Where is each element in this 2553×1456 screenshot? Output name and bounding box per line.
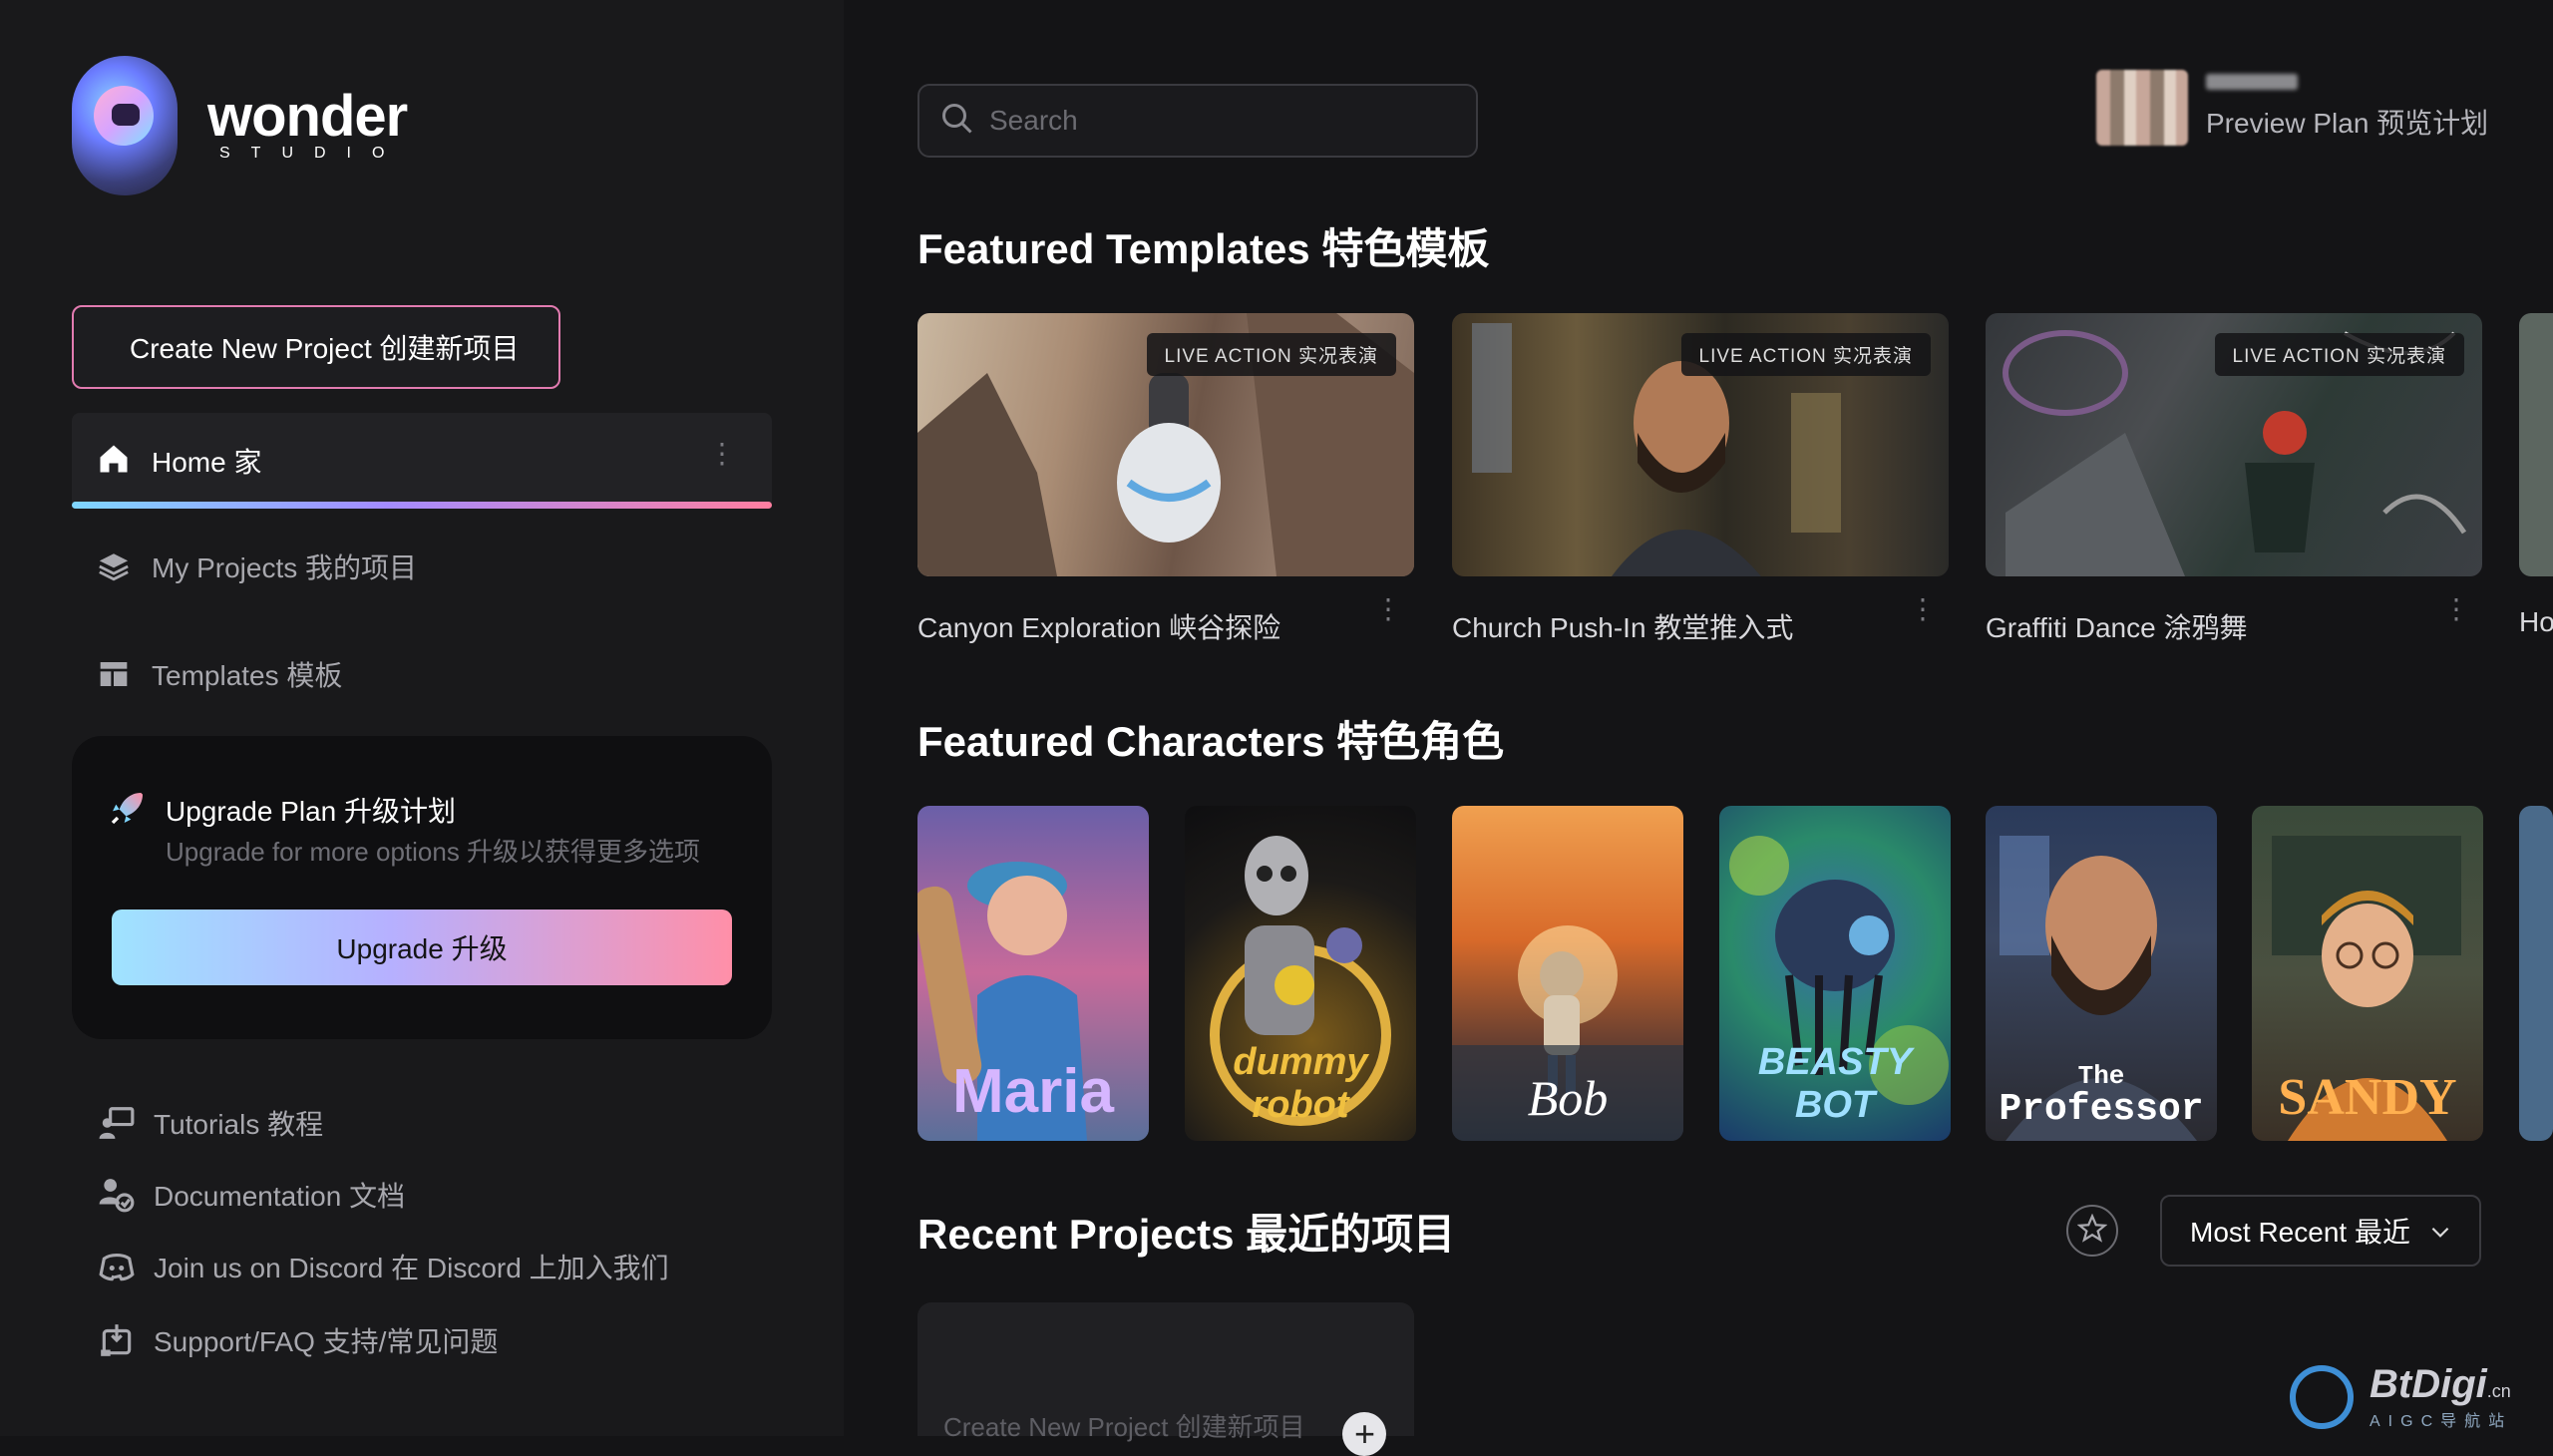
sidebar-item-label: Templates 模板 <box>152 660 343 691</box>
character-name: Maria <box>952 1057 1114 1126</box>
more-options-icon[interactable]: ⋮ <box>708 440 736 468</box>
home-icon <box>96 441 132 482</box>
active-indicator <box>72 502 772 509</box>
template-thumbnail[interactable]: LIVE ACTION 实况表演 <box>1452 313 1949 576</box>
favorites-filter-button[interactable] <box>2066 1205 2118 1257</box>
avatar[interactable] <box>2096 70 2188 146</box>
brand-sub: STUDIO <box>219 145 406 162</box>
template-thumbnail[interactable]: LIVE ACTION 实况表演 <box>917 313 1414 576</box>
user-profile[interactable]: Preview Plan 预览计划 <box>2096 70 2488 146</box>
character-name: Bob <box>1527 1070 1609 1126</box>
sort-label: Most Recent 最近 <box>2190 1217 2410 1248</box>
upgrade-button[interactable]: Upgrade 升级 <box>112 910 732 985</box>
live-action-badge: LIVE ACTION 实况表演 <box>1146 333 1396 376</box>
character-card-sandy[interactable]: SANDY <box>2252 806 2483 1141</box>
more-options-icon[interactable]: ⋮ <box>1909 595 1937 623</box>
watermark-suffix: .cn <box>2486 1381 2511 1401</box>
create-new-project-card[interactable]: Create New Project 创建新项目 <box>917 1302 1414 1456</box>
layers-icon <box>96 548 132 584</box>
search-icon <box>939 101 975 142</box>
create-new-project-card-label: Create New Project 创建新项目 <box>943 1412 1305 1442</box>
plus-icon[interactable] <box>1342 1412 1386 1456</box>
support-link[interactable]: Support/FAQ 支持/常见问题 <box>98 1320 498 1360</box>
character-card-partial[interactable] <box>2519 806 2553 1141</box>
plan-label: Preview Plan 预览计划 <box>2206 108 2489 139</box>
sidebar-item-label: Home 家 <box>152 447 262 478</box>
tutorial-icon <box>98 1104 136 1142</box>
live-action-badge: LIVE ACTION 实况表演 <box>1680 333 1931 376</box>
watermark-sub: AIGC导航站 <box>2370 1413 2513 1430</box>
template-card-church[interactable]: LIVE ACTION 实况表演 Church Push-In 教堂推入式 ⋮ <box>1452 313 1949 646</box>
template-thumbnail[interactable] <box>2519 313 2553 576</box>
sidebar-item-home[interactable]: Home 家 ⋮ <box>72 413 772 509</box>
star-icon <box>2076 1213 2108 1249</box>
watermark-logo-icon <box>2290 1364 2354 1429</box>
search-input[interactable]: Search <box>917 84 1478 158</box>
chevron-down-icon <box>2427 1219 2453 1252</box>
template-card-partial[interactable]: Ho <box>2519 313 2553 638</box>
rocket-icon <box>108 788 148 833</box>
watermark: BtDigi.cn AIGC导航站 <box>2290 1362 2512 1431</box>
upgrade-plan-card: Upgrade Plan 升级计划 Upgrade for more optio… <box>72 736 772 1039</box>
template-name: Graffiti Dance 涂鸦舞 <box>1986 612 2248 643</box>
template-thumbnail[interactable]: LIVE ACTION 实况表演 <box>1986 313 2482 576</box>
sort-dropdown[interactable]: Most Recent 最近 <box>2160 1195 2481 1267</box>
character-card-maria[interactable]: Maria <box>917 806 1149 1141</box>
discord-icon <box>98 1248 136 1285</box>
support-icon <box>98 1321 136 1359</box>
template-name: Canyon Exploration 峡谷探险 <box>917 612 1281 643</box>
template-name: Church Push-In 教堂推入式 <box>1452 612 1794 643</box>
template-card-graffiti[interactable]: LIVE ACTION 实况表演 Graffiti Dance 涂鸦舞 ⋮ <box>1986 313 2482 646</box>
documentation-label: Documentation 文档 <box>154 1181 406 1212</box>
featured-templates-title: Featured Templates 特色模板 <box>917 225 1490 272</box>
create-new-project-button[interactable]: Create New Project 创建新项目 <box>72 305 560 389</box>
featured-characters-title: Featured Characters 特色角色 <box>917 718 1505 765</box>
upgrade-plan-subtitle: Upgrade for more options 升级以获得更多选项 <box>166 837 701 867</box>
character-name: The Professor <box>1999 1061 2204 1131</box>
character-name: SANDY <box>2278 1069 2457 1126</box>
sidebar: wonder STUDIO Create New Project 创建新项目 H… <box>0 0 844 1436</box>
brand-name: wonder <box>207 84 408 149</box>
user-name-redacted <box>2206 74 2298 90</box>
character-name: dummy robot <box>1233 1041 1368 1126</box>
more-options-icon[interactable]: ⋮ <box>2442 595 2470 623</box>
logo-mascot-icon <box>72 56 178 195</box>
template-name: Ho <box>2519 606 2553 637</box>
more-options-icon[interactable]: ⋮ <box>1374 595 1402 623</box>
discord-label: Join us on Discord 在 Discord 上加入我们 <box>154 1253 669 1283</box>
brand-logo[interactable]: wonder STUDIO <box>72 56 408 195</box>
discord-link[interactable]: Join us on Discord 在 Discord 上加入我们 <box>98 1247 669 1286</box>
template-card-canyon[interactable]: LIVE ACTION 实况表演 Canyon Exploration 峡谷探险… <box>917 313 1414 646</box>
character-card-professor[interactable]: The Professor <box>1986 806 2217 1141</box>
tutorials-label: Tutorials 教程 <box>154 1109 324 1140</box>
character-card-dummy-robot[interactable]: dummy robot <box>1185 806 1416 1141</box>
character-card-beasty-bot[interactable]: BEASTY BOT <box>1719 806 1951 1141</box>
live-action-badge: LIVE ACTION 实况表演 <box>2214 333 2464 376</box>
upgrade-plan-title: Upgrade Plan 升级计划 <box>166 796 457 827</box>
watermark-main: BtDigi <box>2370 1362 2487 1406</box>
recent-projects-title: Recent Projects 最近的项目 <box>917 1211 1456 1258</box>
character-name: BEASTY BOT <box>1757 1041 1913 1126</box>
sidebar-item-templates[interactable]: Templates 模板 <box>96 654 342 694</box>
tutorials-link[interactable]: Tutorials 教程 <box>98 1103 323 1143</box>
sidebar-item-my-projects[interactable]: My Projects 我的项目 <box>96 546 417 586</box>
templates-icon <box>96 656 132 692</box>
documentation-icon <box>98 1176 136 1214</box>
sidebar-item-label: My Projects 我的项目 <box>152 552 418 583</box>
support-label: Support/FAQ 支持/常见问题 <box>154 1326 499 1357</box>
documentation-link[interactable]: Documentation 文档 <box>98 1175 405 1215</box>
character-card-bob[interactable]: Bob <box>1452 806 1683 1141</box>
search-placeholder: Search <box>989 105 1078 136</box>
